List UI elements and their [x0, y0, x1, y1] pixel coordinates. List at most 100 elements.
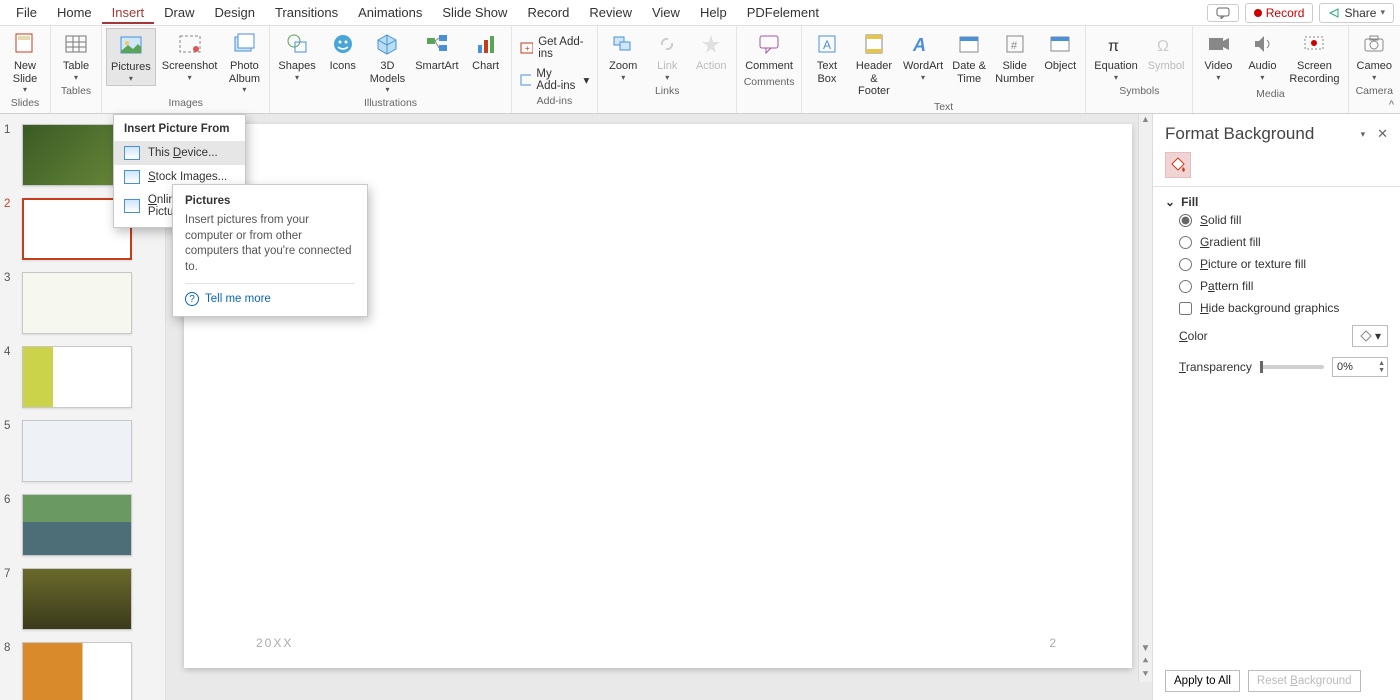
tab-draw[interactable]: Draw [154, 1, 204, 24]
thumbnail-row[interactable]: 7 [4, 568, 159, 630]
video-button[interactable]: Video▾ [1197, 28, 1239, 84]
pane-close-button[interactable]: ✕ [1377, 126, 1388, 142]
tab-insert[interactable]: Insert [102, 1, 155, 24]
audio-button[interactable]: Audio▾ [1241, 28, 1283, 84]
symbol-label: Symbol [1148, 60, 1185, 73]
transparency-input[interactable]: 0%▲▼ [1332, 357, 1388, 377]
3d-models-button[interactable]: 3D Models▾ [366, 28, 409, 96]
gradient-fill-option[interactable]: Gradient fill [1165, 231, 1388, 253]
thumbnail-slide-6[interactable] [22, 494, 132, 556]
tab-help[interactable]: Help [690, 1, 737, 24]
collapse-ribbon-button[interactable]: ^ [1389, 99, 1394, 111]
scroll-up-arrow[interactable]: ▲ [1139, 114, 1152, 128]
svg-text:π: π [1108, 38, 1119, 55]
record-dot-icon [1254, 9, 1262, 17]
smartart-button[interactable]: SmartArt [411, 28, 462, 75]
group-comments: Comment Comments [737, 26, 802, 113]
header-footer-button[interactable]: Header & Footer [850, 28, 898, 100]
thumbnail-slide-4[interactable] [22, 346, 132, 408]
spin-down[interactable]: ▼ [1378, 367, 1385, 374]
datetime-button[interactable]: Date & Time [948, 28, 990, 87]
photo-album-button[interactable]: Photo Album▾ [223, 28, 265, 96]
thumbnail-row[interactable]: 4 [4, 346, 159, 408]
hide-bg-graphics-checkbox[interactable] [1179, 302, 1192, 315]
cameo-button[interactable]: Cameo▾ [1353, 28, 1396, 84]
picture-fill-option[interactable]: Picture or texture fill [1165, 253, 1388, 275]
solid-fill-radio[interactable] [1179, 214, 1192, 227]
new-slide-icon [11, 30, 39, 58]
scroll-track[interactable] [1139, 128, 1152, 622]
next-slide-button[interactable]: ⯆ [1142, 669, 1150, 680]
fill-category-icon[interactable] [1165, 152, 1191, 178]
textbox-button[interactable]: AText Box [806, 28, 848, 87]
comments-button[interactable] [1207, 4, 1239, 22]
tab-home[interactable]: Home [47, 1, 102, 24]
transparency-label: Transparency [1179, 360, 1252, 374]
object-button[interactable]: Object [1039, 28, 1081, 75]
new-slide-button[interactable]: New Slide▾ [4, 28, 46, 96]
header-footer-icon [860, 30, 888, 58]
tab-review[interactable]: Review [579, 1, 642, 24]
record-button[interactable]: Record [1245, 3, 1314, 23]
shapes-button[interactable]: Shapes▾ [274, 28, 319, 84]
thumbnail-row[interactable]: 5 [4, 420, 159, 482]
color-picker-button[interactable]: ▾ [1352, 325, 1388, 347]
photo-album-label: Photo Album [229, 60, 260, 85]
tab-view[interactable]: View [642, 1, 690, 24]
spin-up[interactable]: ▲ [1378, 360, 1385, 367]
slide-number-button[interactable]: #Slide Number [992, 28, 1037, 87]
thumbnail-slide-3[interactable] [22, 272, 132, 334]
tab-animations[interactable]: Animations [348, 1, 432, 24]
thumbnail-row[interactable]: 3 [4, 272, 159, 334]
solid-fill-label: Solid fill [1200, 213, 1241, 227]
apply-to-all-button[interactable]: Apply to All [1165, 670, 1240, 692]
thumbnail-row[interactable]: 8 [4, 642, 159, 700]
icons-label: Icons [330, 60, 356, 73]
scroll-down-arrow[interactable]: ▼ [1141, 643, 1151, 654]
hide-bg-graphics-option[interactable]: Hide background graphics [1165, 297, 1388, 319]
solid-fill-option[interactable]: Solid fill [1165, 209, 1388, 231]
get-addins-icon: + [520, 41, 534, 55]
zoom-button[interactable]: Zoom▾ [602, 28, 644, 84]
gradient-fill-radio[interactable] [1179, 236, 1192, 249]
tab-design[interactable]: Design [205, 1, 265, 24]
action-button: Action [690, 28, 732, 75]
tab-pdfelement[interactable]: PDFelement [737, 1, 829, 24]
tab-slideshow[interactable]: Slide Show [432, 1, 517, 24]
tab-transitions[interactable]: Transitions [265, 1, 348, 24]
pane-menu-button[interactable]: ▾ [1361, 129, 1366, 140]
comment-button[interactable]: Comment [741, 28, 797, 75]
group-addins: +Get Add-ins My Add-ins ▾ Add-ins [512, 26, 599, 113]
equation-button[interactable]: πEquation▾ [1090, 28, 1141, 84]
table-label: Table [63, 60, 89, 73]
tab-record[interactable]: Record [517, 1, 579, 24]
fill-section-toggle[interactable]: ⌄Fill [1165, 195, 1388, 209]
screenshot-button[interactable]: Screenshot▾ [158, 28, 222, 84]
wordart-button[interactable]: AWordArt▾ [900, 28, 946, 84]
share-button[interactable]: Share▾ [1319, 3, 1394, 23]
thumbnail-slide-8[interactable] [22, 642, 132, 700]
picture-fill-radio[interactable] [1179, 258, 1192, 271]
vertical-scrollbar[interactable]: ▲ ▼ ⯅ ⯆ [1138, 114, 1152, 682]
pattern-fill-radio[interactable] [1179, 280, 1192, 293]
pattern-fill-option[interactable]: Pattern fill [1165, 275, 1388, 297]
get-addins-button[interactable]: + Get Add-ins [516, 34, 594, 62]
pictures-button[interactable]: Pictures▾ [106, 28, 156, 86]
slider-knob[interactable] [1260, 361, 1263, 373]
textbox-icon: A [813, 30, 841, 58]
table-button[interactable]: Table▾ [55, 28, 97, 84]
screen-recording-button[interactable]: Screen Recording [1285, 28, 1343, 87]
dropdown-item-this-device[interactable]: This Device... [114, 141, 245, 165]
thumbnail-slide-5[interactable] [22, 420, 132, 482]
chart-button[interactable]: Chart [465, 28, 507, 75]
icons-button[interactable]: Icons [322, 28, 364, 75]
get-addins-label: Get Add-ins [538, 36, 589, 60]
tell-me-more-link[interactable]: ?Tell me more [185, 292, 355, 306]
thumbnail-number: 7 [4, 568, 16, 580]
thumbnail-row[interactable]: 6 [4, 494, 159, 556]
my-addins-button[interactable]: My Add-ins ▾ [516, 66, 594, 94]
transparency-slider[interactable] [1260, 365, 1324, 369]
prev-slide-button[interactable]: ⯅ [1142, 656, 1150, 667]
thumbnail-slide-7[interactable] [22, 568, 132, 630]
tab-file[interactable]: File [6, 1, 47, 24]
